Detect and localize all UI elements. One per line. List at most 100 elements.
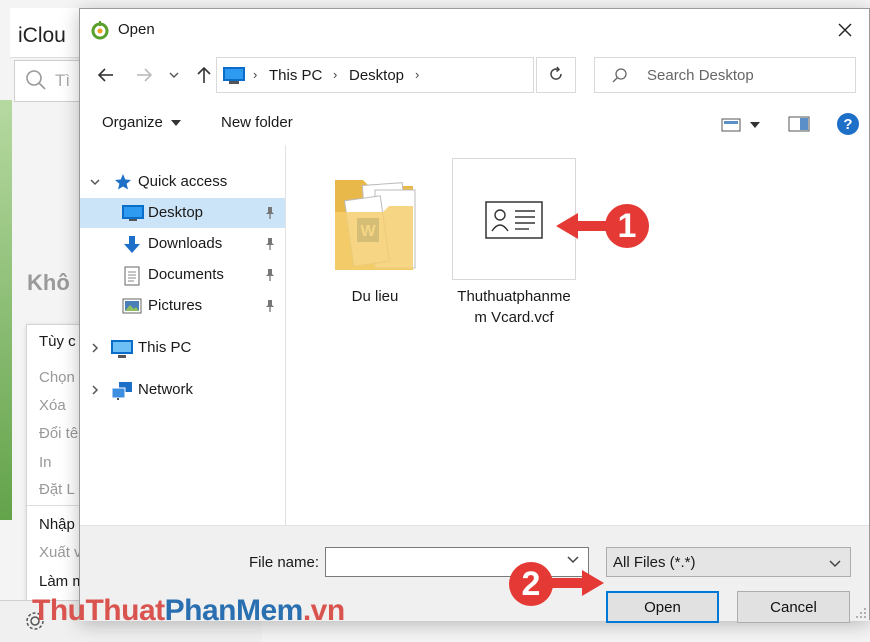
breadcrumb-separator: › — [415, 67, 420, 82]
bg-menu-item[interactable]: Nhập — [39, 516, 75, 533]
file-item-vcard[interactable]: Thuthuatphanme m Vcard.vcf — [451, 157, 576, 328]
nav-label: Pictures — [148, 297, 203, 314]
open-button[interactable]: Open — [606, 591, 719, 623]
search-placeholder: Search Desktop — [647, 67, 754, 84]
bg-menu-item[interactable]: Chọn — [39, 369, 75, 386]
chevron-right-icon — [92, 385, 99, 395]
chevron-right-icon — [92, 343, 99, 353]
nav-label: Desktop — [148, 204, 204, 221]
svg-text:?: ? — [843, 116, 852, 133]
document-icon — [124, 266, 140, 286]
breadcrumb-this-pc[interactable]: This PC — [269, 67, 322, 84]
background-app-title: iClou — [18, 24, 66, 47]
nav-item-desktop[interactable]: Desktop — [80, 198, 285, 228]
app-icon — [91, 21, 109, 40]
search-icon — [26, 70, 46, 90]
search-icon — [612, 68, 627, 83]
annotation-arrow-left-icon — [556, 213, 612, 239]
bg-menu-item[interactable]: Tùy c — [39, 333, 76, 350]
chevron-down-icon — [169, 72, 179, 78]
refresh-icon — [550, 66, 562, 80]
bg-menu-item[interactable]: Xuất v — [39, 544, 82, 561]
organize-button[interactable]: Organize — [102, 114, 182, 131]
navigation-pane: Quick access Desktop Downloads Documents… — [80, 145, 286, 525]
pin-icon — [266, 238, 274, 250]
background-empty-text: Khô — [27, 270, 70, 295]
file-name: Thuthuatphanme m Vcard.vcf — [452, 286, 576, 328]
cancel-button[interactable]: Cancel — [737, 591, 850, 623]
dialog-title: Open — [118, 21, 155, 38]
network-icon — [111, 382, 132, 400]
nav-label: Downloads — [148, 235, 223, 252]
file-name-line: Thuthuatphanme — [457, 288, 571, 305]
arrow-right-icon — [137, 67, 153, 82]
bg-menu-item[interactable]: Đặt L — [39, 481, 75, 498]
watermark-part: ThuThuat — [32, 594, 165, 627]
view-icon — [721, 118, 760, 132]
back-button[interactable] — [90, 61, 118, 91]
background-green-strip — [0, 100, 12, 520]
bg-menu-item[interactable]: In — [39, 454, 52, 471]
close-button[interactable] — [823, 11, 867, 49]
preview-pane-button[interactable] — [782, 114, 810, 136]
recent-locations-button[interactable] — [162, 61, 182, 91]
new-folder-button[interactable]: New folder — [221, 114, 293, 131]
command-toolbar: Organize New folder ? — [80, 105, 869, 145]
annotation-arrow-right-icon — [550, 570, 604, 596]
pictures-icon — [122, 298, 142, 314]
chevron-down-icon[interactable] — [566, 553, 580, 567]
nav-label: Quick access — [138, 173, 228, 190]
desktop-icon — [223, 67, 245, 84]
bg-menu-item[interactable]: Đổi tê — [39, 425, 78, 442]
close-icon — [838, 23, 852, 37]
nav-item-downloads[interactable]: Downloads — [80, 229, 285, 259]
dialog-titlebar[interactable]: Open — [80, 9, 869, 51]
file-thumbnail: W — [313, 158, 437, 280]
pin-icon — [266, 207, 274, 219]
file-name-label: File name: — [249, 554, 320, 571]
computer-icon — [111, 340, 133, 358]
breadcrumb-desktop[interactable]: Desktop — [349, 67, 404, 84]
nav-label: Documents — [148, 266, 224, 283]
annotation-step-1: 1 — [605, 204, 649, 248]
annotation-step-2: 2 — [509, 562, 553, 606]
arrow-up-icon — [197, 66, 211, 83]
file-list: W Du lieu Thuthuatphanme — [287, 145, 869, 525]
file-name: Du lieu — [351, 288, 399, 305]
file-type-select[interactable]: All Files (*.*) — [606, 547, 851, 577]
file-item-folder[interactable]: W Du lieu — [312, 157, 436, 327]
download-icon — [124, 236, 140, 253]
chevron-down-icon — [829, 560, 841, 568]
chevron-down-icon — [90, 179, 100, 186]
caret-down-icon — [171, 120, 182, 126]
nav-label: This PC — [138, 339, 192, 356]
nav-item-documents[interactable]: Documents — [80, 260, 285, 290]
up-button[interactable] — [188, 61, 216, 91]
forward-button[interactable] — [128, 61, 156, 91]
pin-icon — [266, 300, 274, 312]
bg-menu-item[interactable]: Làm m — [39, 573, 85, 590]
help-icon: ? — [837, 113, 859, 135]
help-button[interactable]: ? — [830, 111, 859, 137]
desktop-icon — [122, 205, 144, 221]
watermark-logo: ThuThuatPhanMem.vn — [32, 594, 345, 628]
preview-pane-icon — [788, 116, 810, 132]
background-search-placeholder: Tì — [55, 71, 71, 90]
resize-grip-icon[interactable] — [855, 607, 867, 619]
change-view-button[interactable] — [714, 114, 760, 136]
nav-item-this-pc[interactable]: This PC — [80, 333, 285, 363]
pin-icon — [266, 269, 274, 281]
refresh-button[interactable] — [536, 57, 576, 93]
organize-label: Organize — [102, 114, 163, 131]
watermark-part: PhanMem — [164, 594, 304, 627]
nav-item-network[interactable]: Network — [80, 375, 285, 405]
search-desktop-input[interactable]: Search Desktop — [594, 57, 856, 93]
bg-menu-item[interactable]: Xóa — [39, 397, 66, 414]
nav-item-pictures[interactable]: Pictures — [80, 291, 285, 321]
folder-icon: W — [335, 180, 416, 270]
file-type-value: All Files (*.*) — [613, 554, 696, 571]
nav-label: Network — [138, 381, 194, 398]
open-file-dialog: Open › This PC › Desktop › Search Deskto… — [79, 8, 870, 623]
address-bar[interactable]: › This PC › Desktop › — [216, 57, 654, 93]
nav-item-quick-access[interactable]: Quick access — [80, 167, 285, 197]
